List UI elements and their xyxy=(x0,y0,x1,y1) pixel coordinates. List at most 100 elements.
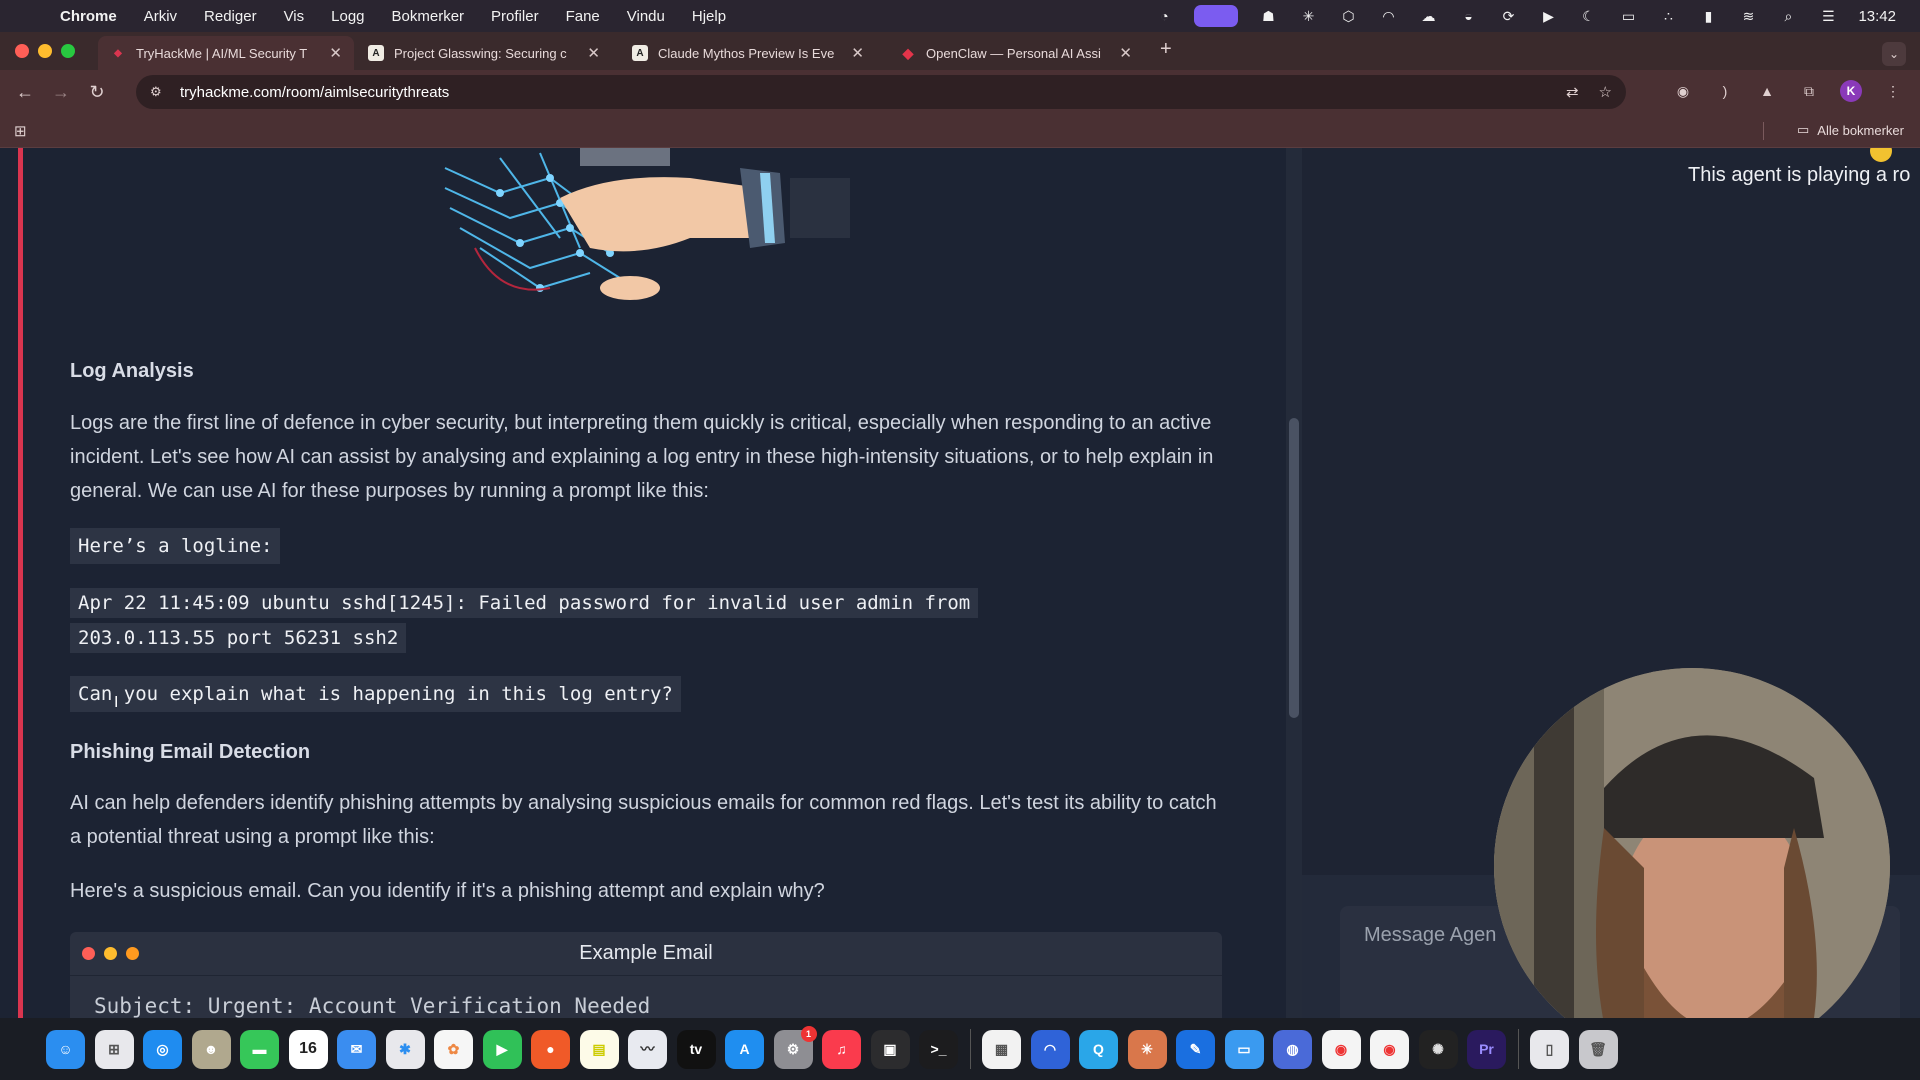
disk-utility-icon[interactable]: ◍ xyxy=(1273,1029,1312,1069)
calendar-icon[interactable]: 16 xyxy=(288,1029,328,1069)
notes-icon[interactable]: ▤ xyxy=(579,1029,619,1069)
email-title: Example Email xyxy=(579,942,713,964)
menu-bokmerker[interactable]: Bokmerker xyxy=(392,8,465,25)
gauge-icon[interactable]: ◠ xyxy=(1378,8,1398,24)
openai-icon[interactable]: ✺ xyxy=(1418,1029,1458,1069)
search-icon[interactable]: ⌕ xyxy=(1778,8,1798,24)
close-tab-icon[interactable]: ✕ xyxy=(1119,44,1132,62)
terminal-icon[interactable]: >_ xyxy=(919,1029,958,1069)
tab-title: Project Glasswing: Securing c xyxy=(394,45,567,61)
email-window-dots xyxy=(82,947,139,960)
contacts-icon[interactable]: ☻ xyxy=(191,1029,231,1069)
text-edit-icon[interactable]: ▦ xyxy=(982,1029,1021,1069)
cloud-icon[interactable]: ☁ xyxy=(1418,8,1438,24)
content-scrollbar-thumb[interactable] xyxy=(1289,418,1299,718)
launchpad-icon[interactable]: ⊞ xyxy=(94,1029,134,1069)
arc-icon[interactable]: ◠ xyxy=(1030,1029,1070,1069)
facetime-icon[interactable]: ▶ xyxy=(482,1029,522,1069)
close-tab-icon[interactable]: ✕ xyxy=(329,44,342,62)
claude-icon[interactable]: ✳ xyxy=(1298,8,1318,24)
app-store-alt-icon[interactable]: ✱ xyxy=(385,1029,425,1069)
document-icon[interactable]: ▯ xyxy=(1530,1029,1569,1069)
play-icon[interactable]: ▶ xyxy=(1538,8,1558,24)
apple-tv-icon[interactable]: tv xyxy=(676,1029,716,1069)
app-store-icon[interactable]: A xyxy=(725,1029,764,1069)
menu-profiler[interactable]: Profiler xyxy=(491,8,539,25)
vpn-icon[interactable]: ◒ xyxy=(1458,8,1478,24)
reload-icon[interactable]: ↻ xyxy=(86,82,108,103)
safari-icon[interactable]: ◎ xyxy=(143,1029,182,1069)
menu-app-name[interactable]: Chrome xyxy=(60,8,117,25)
profile-avatar[interactable]: K xyxy=(1840,80,1862,102)
quicktime-icon[interactable]: Q xyxy=(1079,1029,1118,1069)
xcode-icon[interactable]: ✎ xyxy=(1176,1029,1215,1069)
wifi-icon[interactable]: ≋ xyxy=(1738,8,1758,24)
menu-logg[interactable]: Logg xyxy=(331,8,364,25)
robot-icon[interactable]: ☗ xyxy=(1258,8,1278,24)
ai-status-icon[interactable]: ◔ xyxy=(1154,8,1174,24)
box-app-icon[interactable]: ▣ xyxy=(870,1029,910,1069)
photos-icon[interactable]: ✿ xyxy=(434,1029,473,1069)
audio-extension-icon[interactable]: ) xyxy=(1714,80,1736,102)
system-settings-icon[interactable]: ⚙ 1 xyxy=(773,1025,817,1069)
apps-grid-icon[interactable]: ⊞ xyxy=(14,122,27,140)
agent-message-text: This agent is playing a ro xyxy=(1688,164,1911,186)
translate-icon[interactable]: ⇄ xyxy=(1566,83,1579,101)
display-icon[interactable]: ▭ xyxy=(1618,8,1638,24)
firefox-icon[interactable]: ● xyxy=(531,1029,570,1069)
minimize-window-button[interactable] xyxy=(38,44,52,58)
tryhackme-icon: ◆ xyxy=(110,45,126,61)
macos-dock: ☺ ⊞ ◎ ☻ ▬ 16 ✉ ✱ ✿ ▶ ● ▤ 〰 tv A ⚙ 1 ♫ ▣ >… xyxy=(0,1018,1920,1080)
files-icon[interactable]: ▭ xyxy=(1224,1029,1264,1069)
chrome-canary-icon[interactable]: ◉ xyxy=(1370,1029,1409,1069)
forward-icon[interactable]: → xyxy=(50,82,72,103)
music-icon[interactable]: ♫ xyxy=(822,1029,861,1069)
tab-search-icon[interactable]: ⌄ xyxy=(1882,42,1906,66)
claude-app-icon[interactable]: ✳ xyxy=(1127,1029,1167,1069)
sync-icon[interactable]: ⟳ xyxy=(1498,8,1518,24)
tab-tryhackme[interactable]: ◆ TryHackMe | AI/ML Security T ✕ xyxy=(98,36,354,70)
menu-vindu[interactable]: Vindu xyxy=(627,8,665,25)
back-icon[interactable]: ← xyxy=(14,82,36,103)
menu-vis[interactable]: Vis xyxy=(284,8,305,25)
incognito-extension-icon[interactable]: ◉ xyxy=(1672,80,1694,102)
menu-hjelp[interactable]: Hjelp xyxy=(692,8,726,25)
menubar-clock[interactable]: 13:42 xyxy=(1858,8,1896,25)
zoom-window-button[interactable] xyxy=(61,44,75,58)
trash-icon[interactable]: 🗑 xyxy=(1578,1029,1618,1069)
screen-share-icon[interactable] xyxy=(1194,5,1239,27)
tab-claude-mythos[interactable]: A Claude Mythos Preview Is Eve ✕ xyxy=(620,36,876,70)
yellow-dot-icon xyxy=(104,947,117,960)
new-tab-icon[interactable]: + xyxy=(1160,38,1172,61)
freeform-icon[interactable]: 〰 xyxy=(628,1029,667,1069)
code-logline: Apr 22 11:45:09 ubuntu sshd[1245]: Faile… xyxy=(70,584,979,658)
bookmark-star-icon[interactable]: ☆ xyxy=(1599,83,1612,101)
cube-icon[interactable]: ⬡ xyxy=(1338,8,1358,24)
premiere-pro-icon[interactable]: Pr xyxy=(1467,1029,1506,1069)
close-tab-icon[interactable]: ✕ xyxy=(851,44,864,62)
chrome-icon[interactable]: ◉ xyxy=(1321,1029,1361,1069)
all-bookmarks-button[interactable]: ▭ Alle bokmerker xyxy=(1797,122,1904,138)
close-window-button[interactable] xyxy=(15,44,29,58)
control-center-icon[interactable]: ☰ xyxy=(1818,8,1838,24)
chrome-menu-icon[interactable]: ⋮ xyxy=(1882,80,1904,102)
menu-arkiv[interactable]: Arkiv xyxy=(144,8,177,25)
url-text[interactable]: tryhackme.com/room/aimlsecuritythreats xyxy=(180,84,449,101)
fox-extension-icon[interactable]: ▲ xyxy=(1756,80,1778,102)
message-agent-placeholder: Message Agen xyxy=(1364,924,1497,946)
handshake-illustration xyxy=(444,148,850,300)
site-info-icon[interactable]: ⚙ xyxy=(150,84,168,100)
extensions-puzzle-icon[interactable]: ⧉ xyxy=(1798,80,1820,102)
dots-icon[interactable]: ∴ xyxy=(1658,8,1678,24)
close-tab-icon[interactable]: ✕ xyxy=(587,44,600,62)
address-bar[interactable]: ⚙ tryhackme.com/room/aimlsecuritythreats… xyxy=(136,75,1626,109)
mail-icon[interactable]: ✉ xyxy=(337,1029,376,1069)
moon-icon[interactable]: ☾ xyxy=(1578,8,1598,24)
tab-openclaw[interactable]: ◆ OpenClaw — Personal AI Assi ✕ xyxy=(888,36,1144,70)
menu-rediger[interactable]: Rediger xyxy=(204,8,257,25)
tab-project-glasswing[interactable]: A Project Glasswing: Securing c ✕ xyxy=(356,36,612,70)
messages-icon[interactable]: ▬ xyxy=(240,1029,279,1069)
menu-fane[interactable]: Fane xyxy=(566,8,600,25)
finder-icon[interactable]: ☺ xyxy=(46,1029,85,1069)
battery-icon[interactable]: ▮ xyxy=(1698,8,1718,24)
